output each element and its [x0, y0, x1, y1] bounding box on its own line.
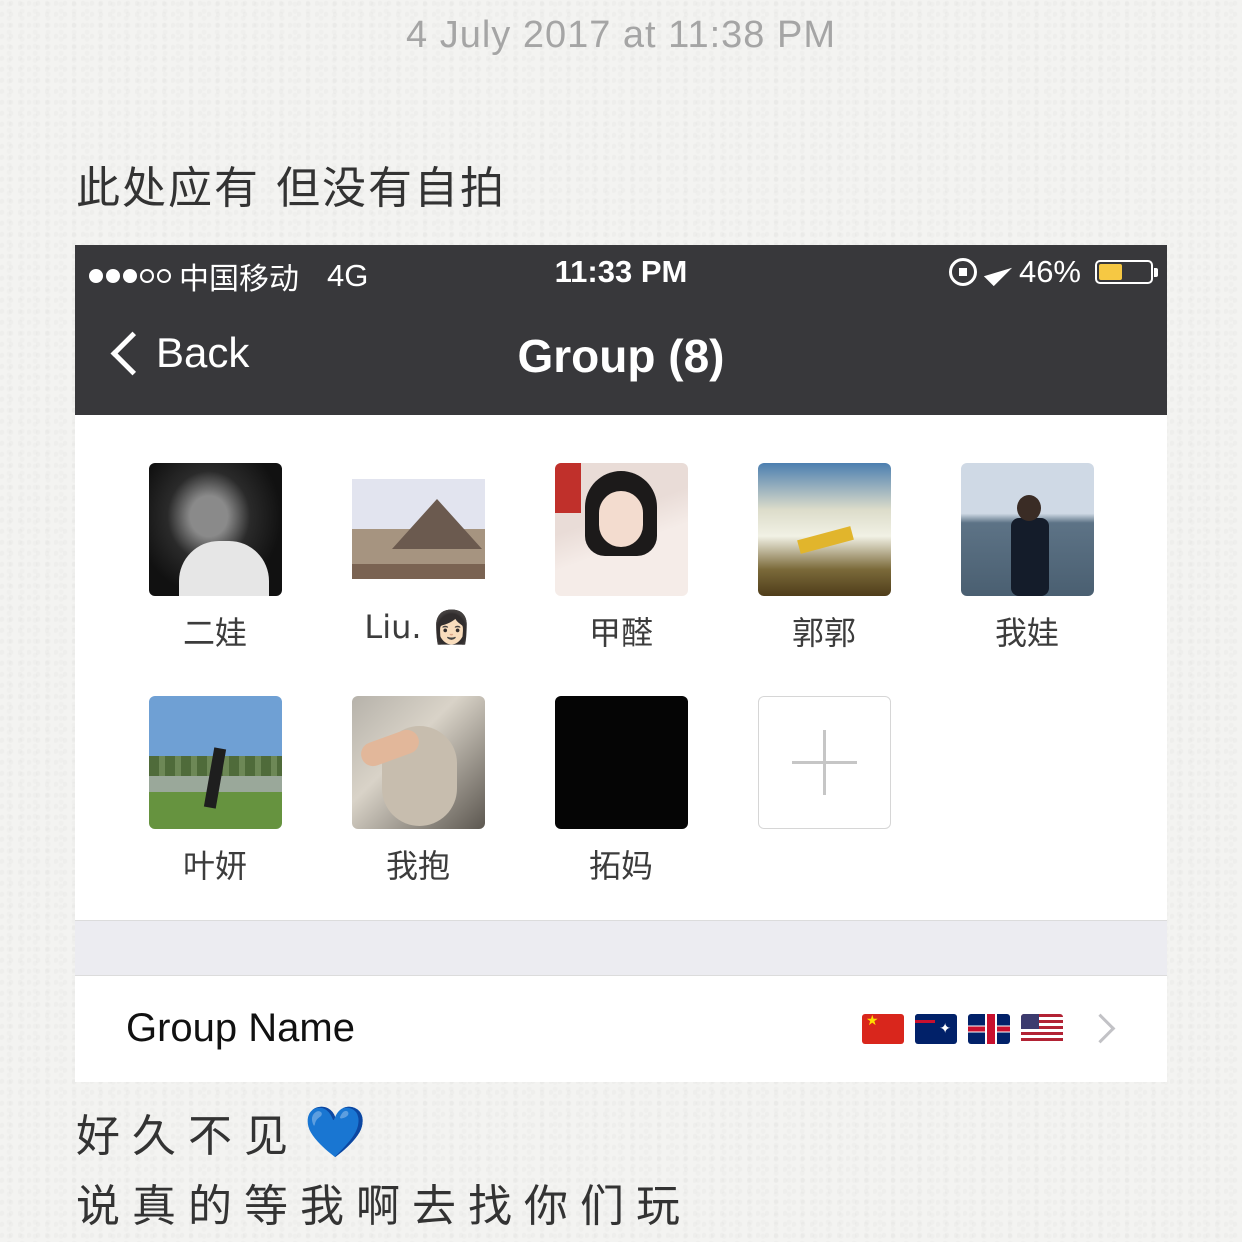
avatar — [351, 479, 485, 579]
plus-icon — [757, 696, 891, 829]
uk-flag-icon — [968, 1014, 1010, 1044]
member-grid: 二娃 Liu. 👩🏻 甲醛 郭郭 我娃 叶妍 我抱 拓妈 — [75, 415, 1167, 921]
chevron-right-icon — [1085, 1013, 1116, 1044]
group-name-row[interactable]: Group Name — [75, 976, 1167, 1082]
location-arrow-icon — [983, 257, 1013, 287]
avatar — [148, 696, 282, 829]
avatar — [554, 463, 688, 596]
blue-heart-icon: 💙 — [304, 1102, 367, 1161]
member-item[interactable]: 我娃 — [927, 463, 1127, 654]
china-flag-icon — [862, 1014, 904, 1044]
member-item[interactable]: 郭郭 — [724, 463, 924, 654]
usa-flag-icon — [1021, 1014, 1063, 1044]
member-name: 郭郭 — [791, 614, 856, 652]
battery-icon — [1095, 260, 1158, 284]
member-item[interactable]: 二娃 — [115, 463, 315, 654]
page-title: Group (8) — [517, 330, 725, 382]
note-date: 4 July 2017 at 11:38 PM — [406, 14, 836, 56]
section-separator — [75, 921, 1167, 976]
group-name-value — [862, 1014, 1063, 1044]
avatar — [757, 463, 891, 596]
member-name: 拓妈 — [588, 847, 653, 885]
group-name-label: Group Name — [126, 1006, 355, 1050]
note-text-line-1: 此处应有 但没有自拍 — [76, 163, 506, 214]
avatar — [351, 696, 485, 829]
embedded-screenshot: 中国移动 4G 11:33 PM 46% Back Group (8) 二娃 L… — [75, 245, 1167, 1082]
member-item[interactable]: 拓妈 — [521, 696, 721, 887]
avatar — [960, 463, 1094, 596]
note-text-line-2: 好久不见 💙 — [76, 1100, 366, 1164]
member-item[interactable]: 叶妍 — [115, 696, 315, 887]
member-name: Liu. 👩🏻 — [364, 608, 472, 646]
member-name: 我娃 — [994, 614, 1059, 652]
member-name: 二娃 — [182, 614, 247, 652]
add-member-button[interactable] — [724, 696, 924, 829]
battery-level — [1099, 264, 1122, 280]
member-item[interactable]: 甲醛 — [521, 463, 721, 654]
australia-flag-icon — [915, 1014, 957, 1044]
status-bar: 中国移动 4G 11:33 PM 46% — [75, 245, 1167, 301]
rotation-lock-icon — [948, 258, 977, 286]
member-item[interactable]: Liu. 👩🏻 — [318, 463, 518, 646]
member-name: 叶妍 — [182, 847, 247, 885]
note-text-line-3: 说真的等我啊去找你们玩 — [76, 1181, 692, 1232]
battery-percent: 46% — [1018, 254, 1081, 289]
avatar — [148, 463, 282, 596]
avatar — [554, 696, 688, 829]
member-item[interactable]: 我抱 — [318, 696, 518, 887]
note-line-2-text: 好久不见 — [76, 1111, 300, 1162]
member-name: 我抱 — [385, 847, 450, 885]
member-name: 甲醛 — [588, 614, 653, 652]
navigation-bar: Back Group (8) — [75, 301, 1167, 415]
